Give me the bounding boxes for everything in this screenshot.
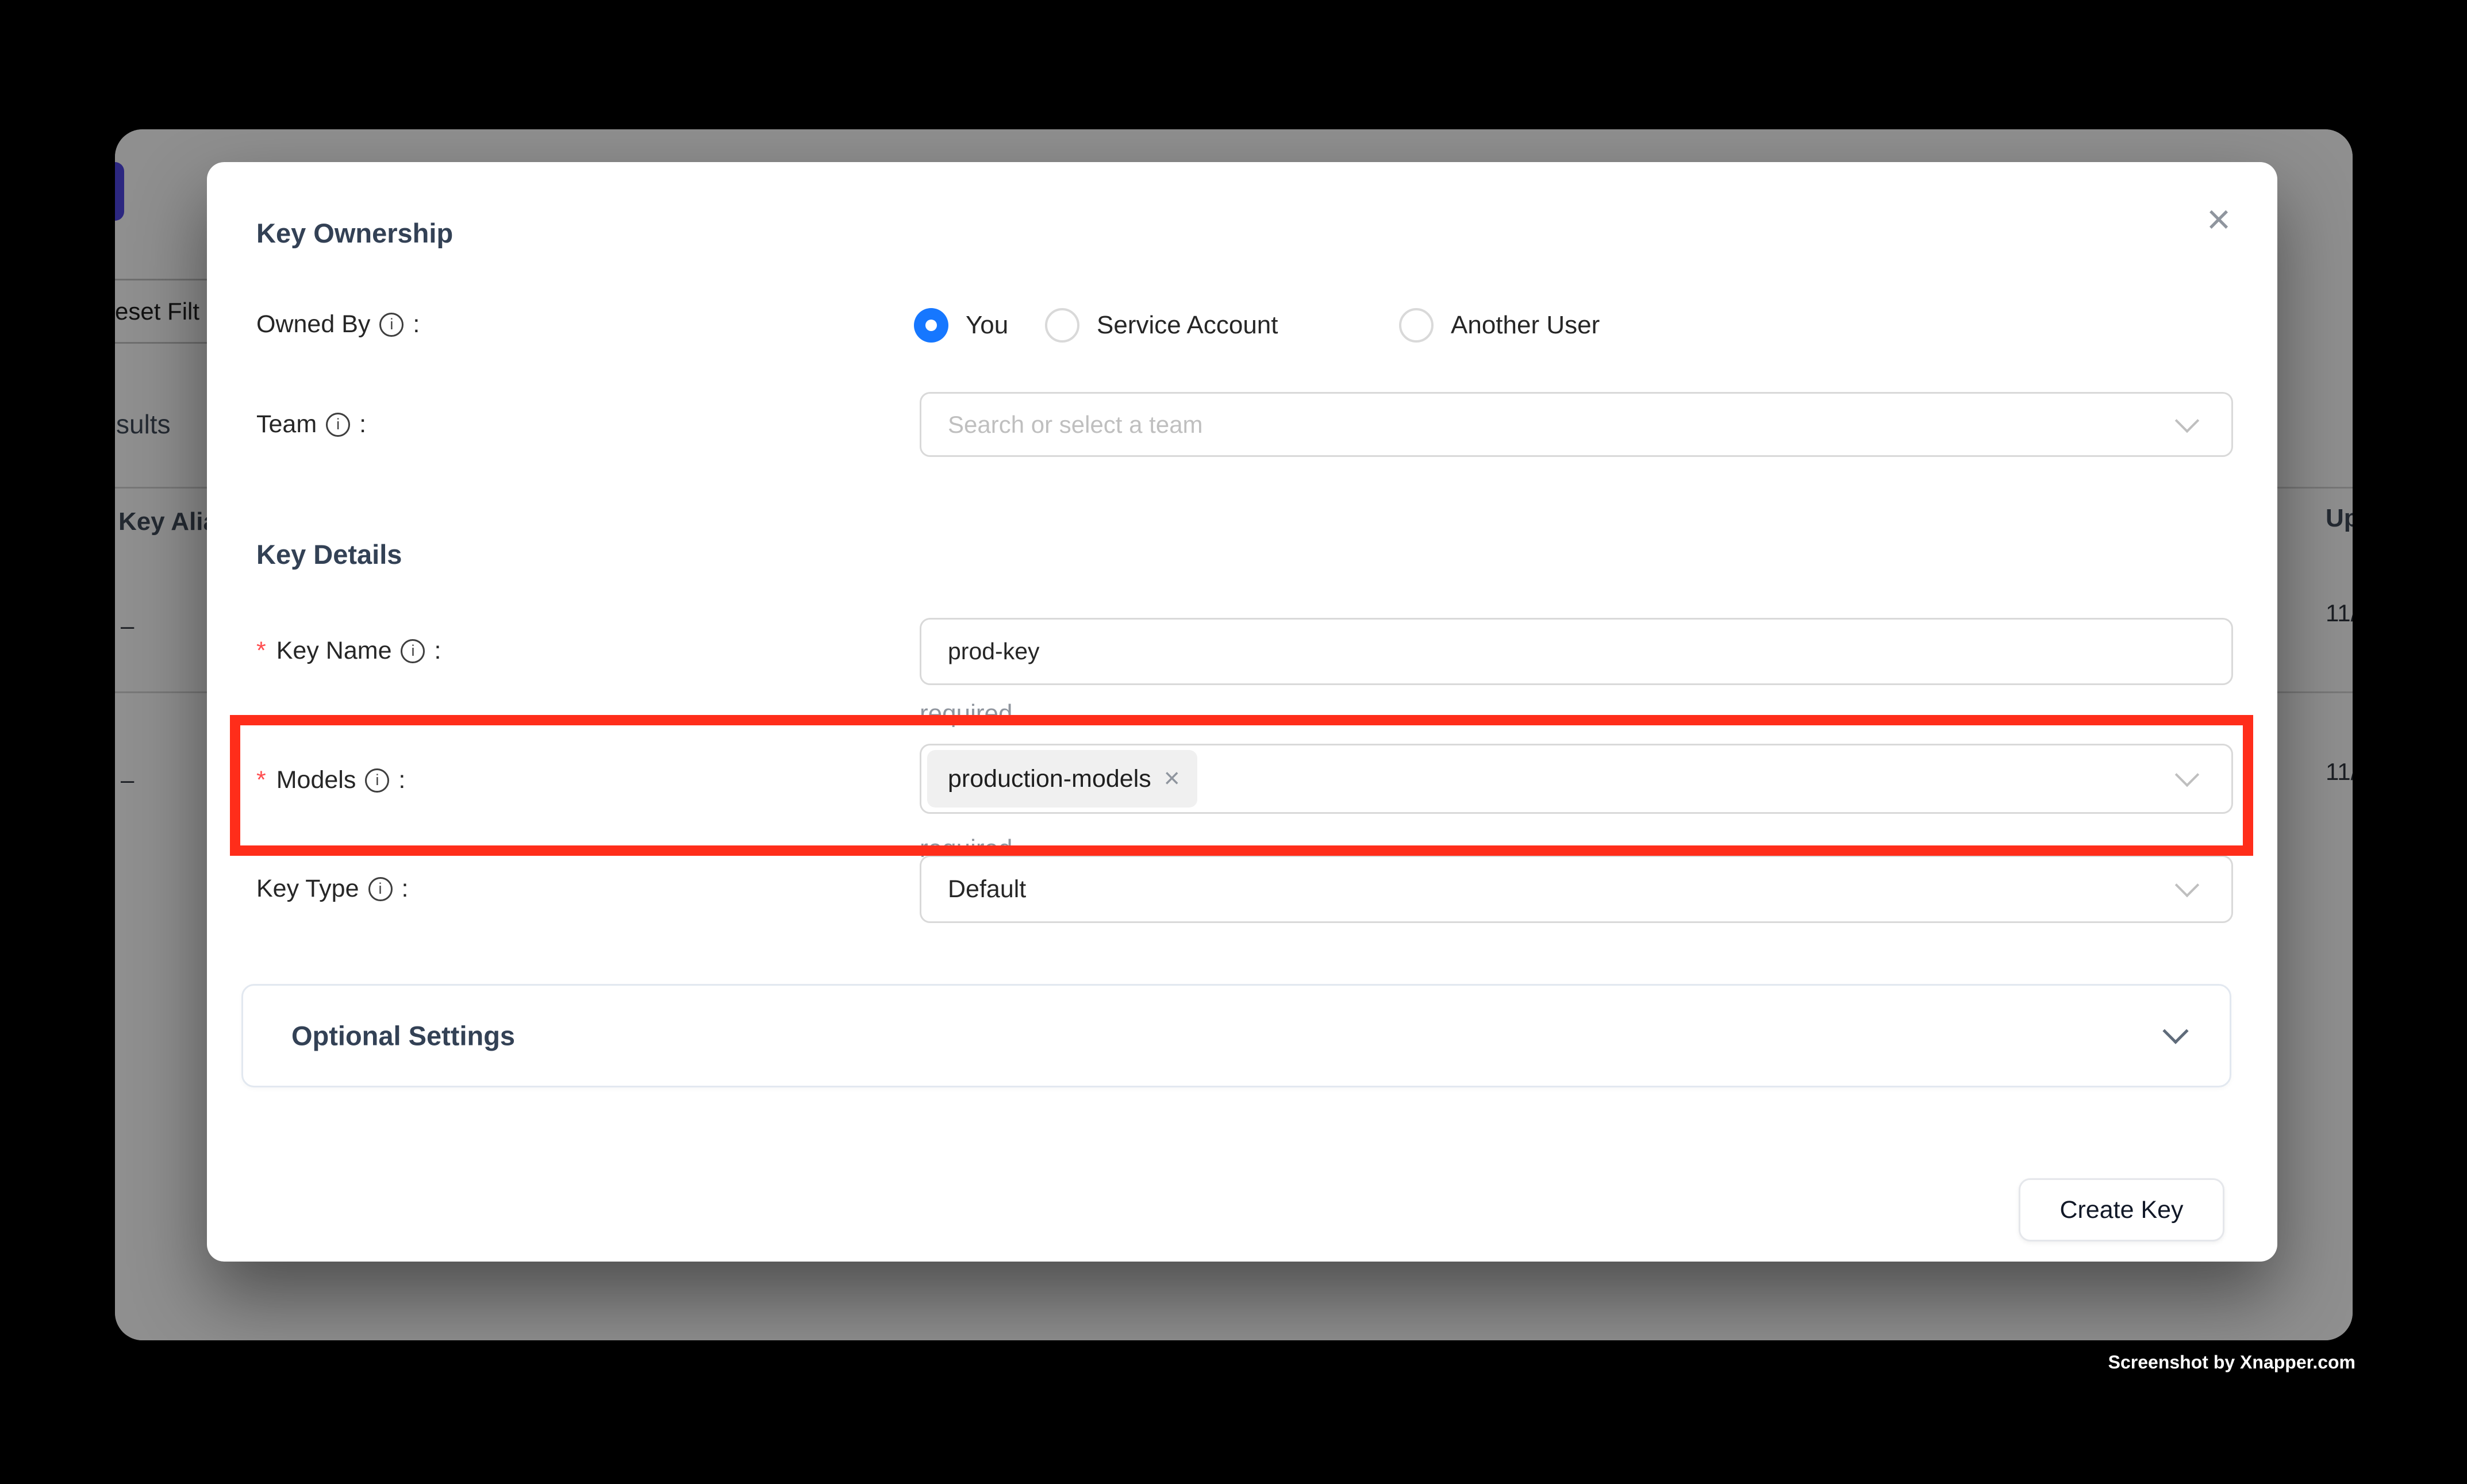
chevron-down-icon	[2175, 873, 2199, 897]
key-details-heading: Key Details	[256, 539, 402, 570]
radio-unselected-icon	[1045, 308, 1079, 343]
screenshot-canvas: eset Filt sults Key Alia Up – 11/ – 11/ …	[0, 0, 2467, 1484]
chevron-down-icon	[2162, 1018, 2188, 1044]
radio-unselected-icon	[1399, 308, 1434, 343]
create-key-modal: Key Ownership × Owned By i : You Service…	[207, 162, 2277, 1262]
radio-owned-by-you[interactable]: You	[914, 308, 1008, 343]
radio-owned-by-another-user[interactable]: Another User	[1399, 308, 1600, 343]
info-icon[interactable]: i	[401, 639, 425, 663]
info-icon[interactable]: i	[365, 768, 389, 793]
key-name-validation-text: required	[920, 699, 1012, 728]
model-tag-label: production-models	[948, 765, 1151, 793]
chevron-down-icon	[2175, 408, 2199, 432]
owned-by-label: Owned By i :	[256, 310, 420, 339]
models-select[interactable]: production-models ×	[920, 744, 2233, 814]
info-icon[interactable]: i	[368, 877, 393, 901]
close-icon[interactable]: ×	[2191, 192, 2246, 247]
key-type-select[interactable]: Default	[920, 855, 2233, 923]
radio-owned-by-service-account[interactable]: Service Account	[1045, 308, 1278, 343]
chevron-down-icon	[2175, 763, 2199, 787]
optional-settings-panel[interactable]: Optional Settings	[241, 984, 2231, 1087]
remove-tag-icon[interactable]: ×	[1164, 765, 1180, 793]
team-select-placeholder: Search or select a team	[948, 411, 1203, 439]
key-name-value: prod-key	[948, 638, 1040, 665]
radio-selected-icon	[914, 308, 948, 343]
required-asterisk: *	[256, 766, 266, 794]
key-name-label: * Key Name i :	[256, 637, 441, 665]
optional-settings-title: Optional Settings	[291, 1020, 515, 1052]
create-key-button[interactable]: Create Key	[2019, 1178, 2224, 1241]
team-select[interactable]: Search or select a team	[920, 392, 2233, 457]
watermark-text: Screenshot by Xnapper.com	[2108, 1352, 2355, 1373]
selected-model-tag: production-models ×	[927, 750, 1197, 808]
key-type-value: Default	[948, 875, 1026, 904]
key-name-input[interactable]: prod-key	[920, 618, 2233, 685]
info-icon[interactable]: i	[379, 313, 404, 337]
modal-title: Key Ownership	[256, 217, 453, 249]
team-label: Team i :	[256, 410, 366, 439]
key-type-label: Key Type i :	[256, 875, 408, 903]
info-icon[interactable]: i	[326, 413, 350, 437]
required-asterisk: *	[256, 637, 266, 665]
models-label: * Models i :	[256, 766, 405, 794]
